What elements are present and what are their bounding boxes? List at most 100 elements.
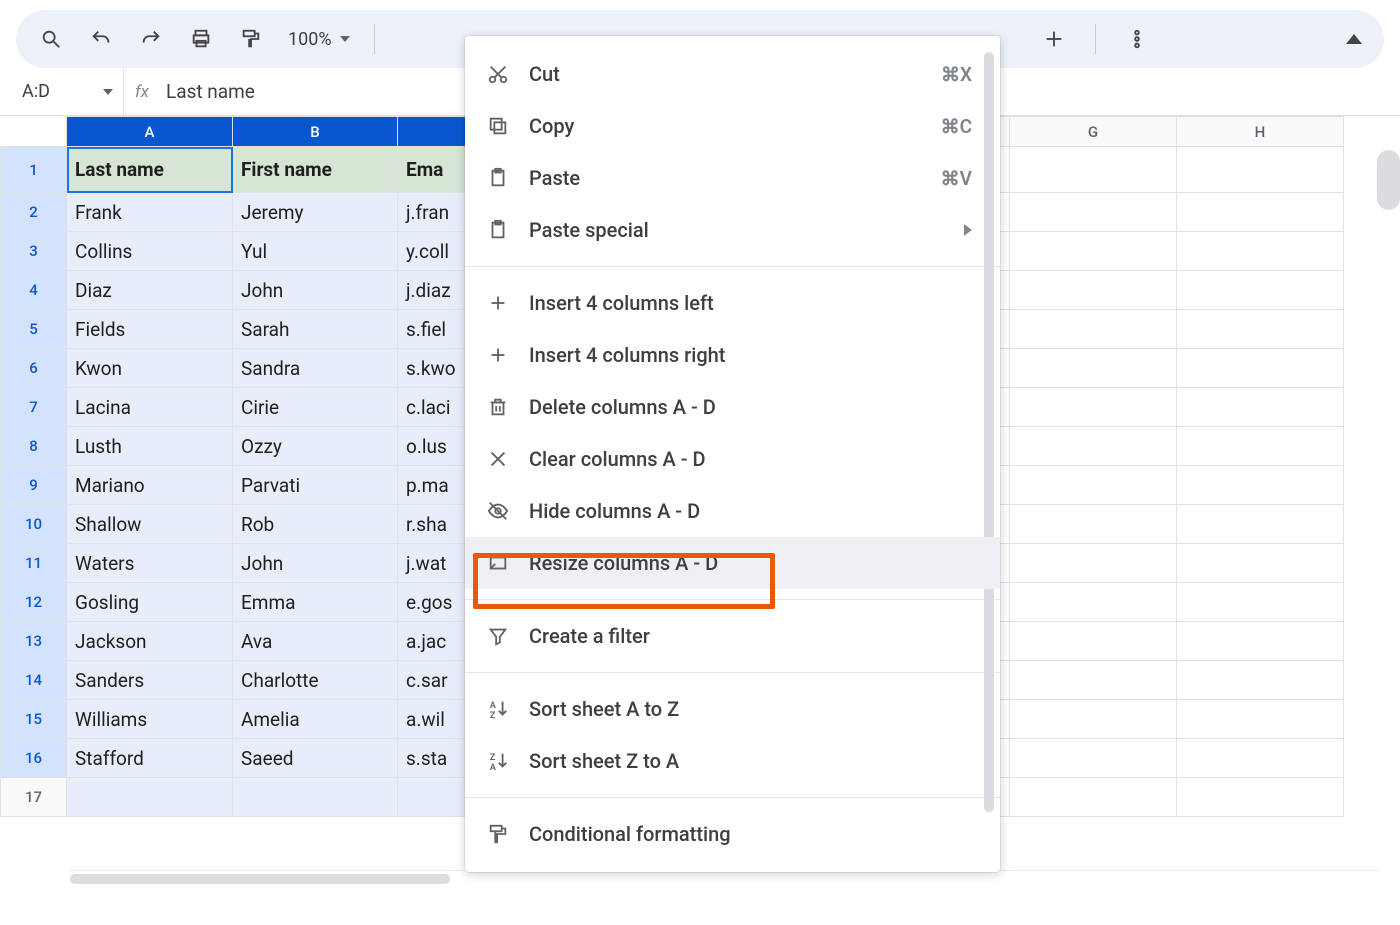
- cell[interactable]: [1010, 544, 1177, 583]
- cell[interactable]: Stafford: [67, 739, 233, 778]
- print-icon[interactable]: [188, 26, 214, 52]
- cell[interactable]: Ozzy: [233, 427, 398, 466]
- row-header[interactable]: 10: [1, 505, 67, 544]
- cell[interactable]: First name: [233, 147, 398, 193]
- cell[interactable]: Ema: [398, 147, 475, 193]
- cell[interactable]: [1177, 427, 1344, 466]
- col-header-H[interactable]: H: [1177, 117, 1344, 147]
- cell[interactable]: c.sar: [398, 661, 475, 700]
- cell[interactable]: Saeed: [233, 739, 398, 778]
- cell[interactable]: [1177, 349, 1344, 388]
- name-box[interactable]: A:D: [6, 68, 124, 115]
- cell[interactable]: Cirie: [233, 388, 398, 427]
- cell[interactable]: [1010, 661, 1177, 700]
- cell[interactable]: j.diaz: [398, 271, 475, 310]
- horizontal-scrollbar[interactable]: [70, 870, 1380, 886]
- cell[interactable]: [1177, 466, 1344, 505]
- row-header[interactable]: 5: [1, 310, 67, 349]
- menu-cut[interactable]: Cut ⌘X: [465, 48, 1000, 100]
- menu-sort-az[interactable]: AZ Sort sheet A to Z: [465, 683, 1000, 735]
- row-header[interactable]: 7: [1, 388, 67, 427]
- cell[interactable]: Charlotte: [233, 661, 398, 700]
- cell[interactable]: e.gos: [398, 583, 475, 622]
- row-header[interactable]: 13: [1, 622, 67, 661]
- cell[interactable]: [1177, 778, 1344, 817]
- cell[interactable]: John: [233, 544, 398, 583]
- search-icon[interactable]: [38, 26, 64, 52]
- cell[interactable]: o.lus: [398, 427, 475, 466]
- row-header[interactable]: 15: [1, 700, 67, 739]
- cell[interactable]: [1010, 193, 1177, 232]
- col-header-B[interactable]: B: [233, 117, 398, 147]
- cell[interactable]: [1177, 739, 1344, 778]
- menu-paste-special[interactable]: Paste special: [465, 204, 1000, 256]
- collapse-toolbar-icon[interactable]: [1346, 34, 1362, 44]
- redo-icon[interactable]: [138, 26, 164, 52]
- cell[interactable]: [398, 778, 475, 817]
- cell[interactable]: [1010, 466, 1177, 505]
- cell[interactable]: [1010, 700, 1177, 739]
- cell[interactable]: Sanders: [67, 661, 233, 700]
- menu-clear-cols[interactable]: Clear columns A - D: [465, 433, 1000, 485]
- cell[interactable]: j.wat: [398, 544, 475, 583]
- cell[interactable]: s.kwo: [398, 349, 475, 388]
- cell[interactable]: Parvati: [233, 466, 398, 505]
- row-header[interactable]: 4: [1, 271, 67, 310]
- cell[interactable]: y.coll: [398, 232, 475, 271]
- cell[interactable]: [1010, 583, 1177, 622]
- row-header[interactable]: 2: [1, 193, 67, 232]
- cell[interactable]: a.wil: [398, 700, 475, 739]
- cell[interactable]: [1010, 349, 1177, 388]
- cell[interactable]: Gosling: [67, 583, 233, 622]
- menu-create-filter[interactable]: Create a filter: [465, 610, 1000, 662]
- cell[interactable]: j.fran: [398, 193, 475, 232]
- cell[interactable]: s.sta: [398, 739, 475, 778]
- cell[interactable]: [1010, 739, 1177, 778]
- cell[interactable]: Collins: [67, 232, 233, 271]
- cell[interactable]: [1010, 271, 1177, 310]
- cell[interactable]: Mariano: [67, 466, 233, 505]
- row-header[interactable]: 8: [1, 427, 67, 466]
- cell[interactable]: [1177, 661, 1344, 700]
- col-header-C[interactable]: [398, 117, 475, 147]
- cell[interactable]: [1010, 778, 1177, 817]
- insert-plus-icon[interactable]: [1041, 26, 1067, 52]
- menu-conditional-formatting[interactable]: Conditional formatting: [465, 808, 1000, 860]
- menu-sort-za[interactable]: ZA Sort sheet Z to A: [465, 735, 1000, 787]
- cell[interactable]: [1010, 147, 1177, 193]
- cell[interactable]: [1010, 388, 1177, 427]
- cell[interactable]: Emma: [233, 583, 398, 622]
- select-all-cell[interactable]: [1, 117, 67, 147]
- zoom-select[interactable]: 100%: [288, 29, 350, 50]
- cell[interactable]: Amelia: [233, 700, 398, 739]
- col-header-G[interactable]: G: [1010, 117, 1177, 147]
- row-header[interactable]: 12: [1, 583, 67, 622]
- menu-hide-cols[interactable]: Hide columns A - D: [465, 485, 1000, 537]
- col-header-A[interactable]: A: [67, 117, 233, 147]
- row-header[interactable]: 11: [1, 544, 67, 583]
- row-header[interactable]: 3: [1, 232, 67, 271]
- cell[interactable]: Last name: [67, 147, 233, 193]
- cell[interactable]: [1177, 193, 1344, 232]
- cell[interactable]: Williams: [67, 700, 233, 739]
- cell[interactable]: [1177, 700, 1344, 739]
- cell[interactable]: Lusth: [67, 427, 233, 466]
- cell[interactable]: [1177, 544, 1344, 583]
- cell[interactable]: [1010, 310, 1177, 349]
- cell[interactable]: Fields: [67, 310, 233, 349]
- cell[interactable]: Sandra: [233, 349, 398, 388]
- cell[interactable]: [1177, 271, 1344, 310]
- menu-insert-left[interactable]: Insert 4 columns left: [465, 277, 1000, 329]
- cell[interactable]: [1177, 583, 1344, 622]
- cell[interactable]: [1177, 505, 1344, 544]
- cell[interactable]: [1010, 427, 1177, 466]
- undo-icon[interactable]: [88, 26, 114, 52]
- cell[interactable]: Shallow: [67, 505, 233, 544]
- row-header[interactable]: 9: [1, 466, 67, 505]
- menu-insert-right[interactable]: Insert 4 columns right: [465, 329, 1000, 381]
- cell[interactable]: [233, 778, 398, 817]
- menu-copy[interactable]: Copy ⌘C: [465, 100, 1000, 152]
- cell[interactable]: [1010, 505, 1177, 544]
- cell[interactable]: [1177, 388, 1344, 427]
- cell[interactable]: Lacina: [67, 388, 233, 427]
